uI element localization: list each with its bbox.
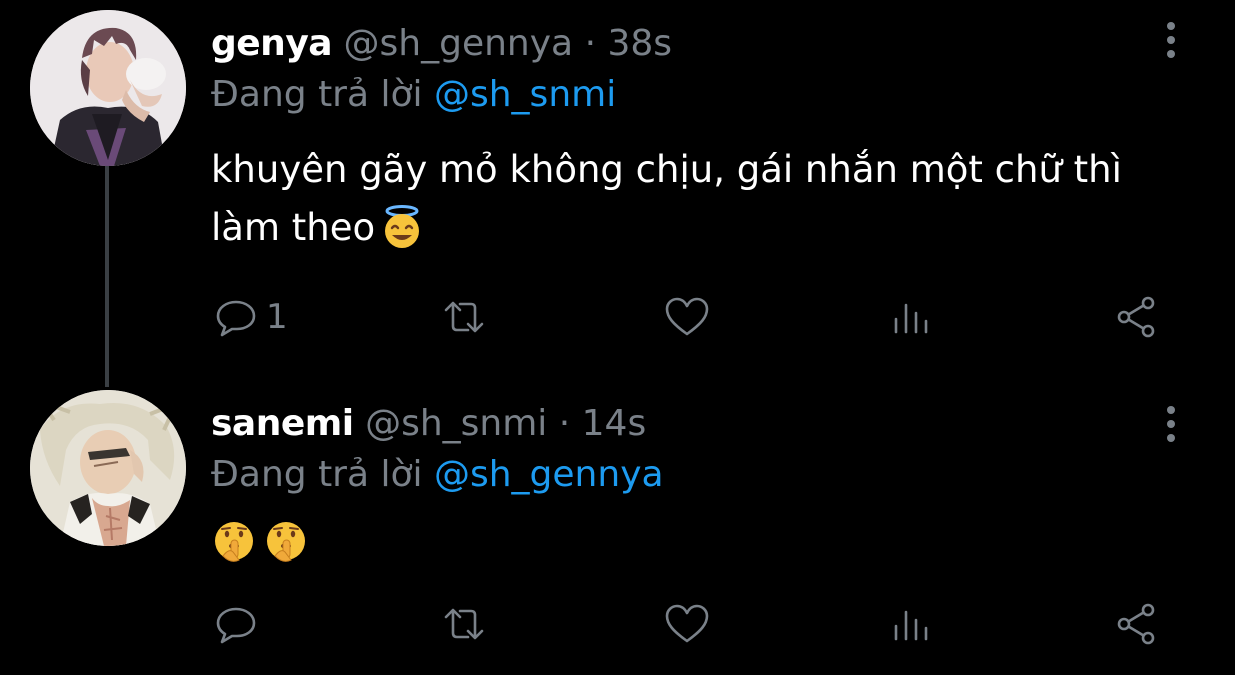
separator-dot: ·	[584, 23, 597, 64]
display-name[interactable]: sanemi	[211, 403, 354, 444]
reply-button[interactable]	[212, 599, 266, 649]
replying-to-label: Đang trả lời	[211, 74, 423, 115]
replying-to-label: Đang trả lời	[211, 454, 423, 495]
views-icon	[894, 610, 928, 641]
share-icon	[1117, 603, 1155, 645]
like-button[interactable]	[663, 292, 711, 342]
user-handle[interactable]: @sh_gennya	[344, 23, 574, 64]
share-button[interactable]	[1112, 292, 1160, 342]
retweet-icon	[444, 608, 484, 640]
tweet-header: genya @sh_gennya · 38s	[211, 22, 672, 66]
retweet-button[interactable]	[440, 599, 488, 649]
tweet[interactable]: genya @sh_gennya · 38s Đang trả lời @sh_…	[0, 0, 1235, 385]
separator-dot: ·	[558, 403, 571, 444]
views-button[interactable]	[887, 292, 935, 342]
reply-button[interactable]: 1	[212, 292, 288, 342]
tweet[interactable]: sanemi @sh_snmi · 14s Đang trả lời @sh_g…	[0, 385, 1235, 675]
tweet-actions: 1	[0, 292, 1235, 342]
tweet-actions	[0, 599, 1235, 649]
avatar[interactable]	[30, 390, 186, 546]
replying-to-line: Đang trả lời @sh_snmi	[211, 73, 616, 117]
replying-to-line: Đang trả lời @sh_gennya	[211, 453, 664, 497]
timestamp[interactable]: 14s	[582, 403, 647, 444]
tweet-text-content: khuyên gãy mỏ không chịu, gái nhắn một c…	[211, 148, 1122, 249]
more-vertical-icon	[1167, 22, 1175, 30]
views-button[interactable]	[887, 599, 935, 649]
like-button[interactable]	[663, 599, 711, 649]
retweet-icon	[444, 301, 484, 333]
display-name[interactable]: genya	[211, 23, 333, 64]
heart-icon	[665, 297, 709, 336]
reply-mention-link[interactable]: @sh_gennya	[434, 454, 664, 495]
avatar-illustration	[30, 10, 186, 166]
shushing-face-icon	[263, 518, 309, 564]
views-icon	[894, 303, 928, 334]
heart-icon	[665, 604, 709, 643]
avatar[interactable]	[30, 10, 186, 166]
reply-mention-link[interactable]: @sh_snmi	[434, 74, 616, 115]
more-dot	[1167, 36, 1175, 44]
more-dot	[1167, 50, 1175, 58]
more-vertical-icon	[1167, 406, 1175, 414]
retweet-button[interactable]	[440, 292, 488, 342]
tweet-thread: genya @sh_gennya · 38s Đang trả lời @sh_…	[0, 0, 1235, 675]
smiling-face-with-halo-icon	[379, 204, 425, 250]
tweet-text	[211, 518, 1201, 564]
timestamp[interactable]: 38s	[607, 23, 672, 64]
more-dot	[1167, 434, 1175, 442]
more-dot	[1167, 420, 1175, 428]
user-handle[interactable]: @sh_snmi	[365, 403, 547, 444]
share-button[interactable]	[1112, 599, 1160, 649]
tweet-header: sanemi @sh_snmi · 14s	[211, 402, 646, 446]
avatar-illustration	[30, 390, 186, 546]
more-options-button[interactable]	[1158, 402, 1184, 446]
share-icon	[1117, 296, 1155, 338]
reply-count: 1	[266, 297, 288, 337]
more-options-button[interactable]	[1158, 18, 1184, 62]
tweet-text: khuyên gãy mỏ không chịu, gái nhắn một c…	[211, 141, 1201, 257]
reply-icon	[216, 607, 256, 644]
shushing-face-icon	[211, 518, 257, 564]
emoji-row	[211, 518, 1201, 564]
reply-icon	[216, 300, 256, 337]
